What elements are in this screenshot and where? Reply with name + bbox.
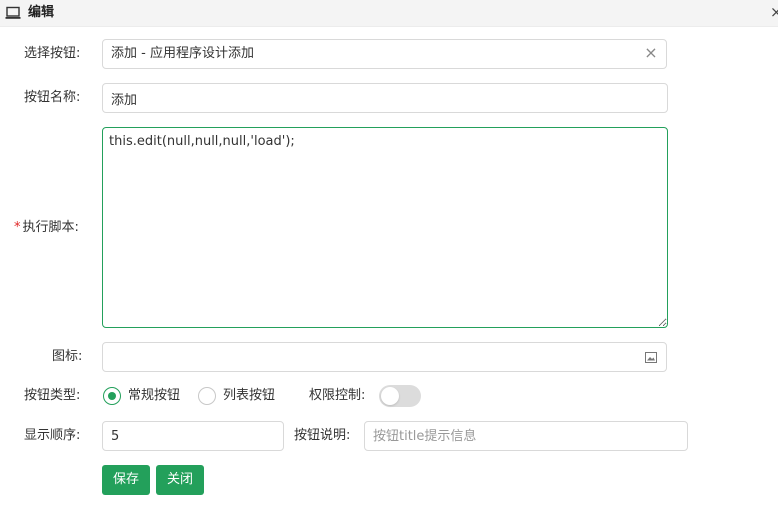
laptop-icon	[5, 6, 21, 19]
radio-regular-button[interactable]	[103, 387, 121, 405]
permission-toggle[interactable]	[379, 385, 421, 407]
button-type-label: 按钮类型:	[24, 388, 81, 403]
permission-label: 权限控制:	[309, 388, 366, 403]
description-label: 按钮说明:	[294, 428, 351, 443]
required-mark: *	[14, 220, 21, 235]
select-button-value: 添加 - 应用程序设计添加	[111, 46, 254, 61]
close-button[interactable]: 关闭	[156, 465, 204, 495]
radio-list-label[interactable]: 列表按钮	[223, 387, 275, 405]
select-button-label: 选择按钮:	[24, 46, 81, 61]
dialog-title: 编辑	[28, 5, 55, 20]
order-input[interactable]	[102, 421, 284, 451]
script-label: * 执行脚本:	[14, 219, 79, 237]
button-name-label: 按钮名称:	[24, 90, 81, 105]
dialog-titlebar: 编辑 ×	[0, 0, 778, 27]
select-button-field[interactable]: 添加 - 应用程序设计添加 ×	[102, 39, 667, 69]
order-label: 显示顺序:	[24, 428, 81, 443]
radio-regular-label[interactable]: 常规按钮	[128, 387, 180, 405]
clear-icon[interactable]: ×	[644, 45, 658, 61]
icon-field-label: 图标:	[52, 349, 83, 364]
toggle-knob	[381, 387, 399, 405]
image-icon[interactable]	[645, 352, 657, 363]
icon-input[interactable]	[102, 342, 667, 372]
script-textarea[interactable]: this.edit(null,null,null,'load');	[102, 127, 668, 328]
close-icon[interactable]: ×	[770, 3, 778, 21]
button-name-input[interactable]	[102, 83, 668, 113]
radio-list-button[interactable]	[198, 387, 216, 405]
save-button[interactable]: 保存	[102, 465, 150, 495]
script-label-text: 执行脚本:	[22, 220, 79, 235]
description-input[interactable]	[364, 421, 688, 451]
